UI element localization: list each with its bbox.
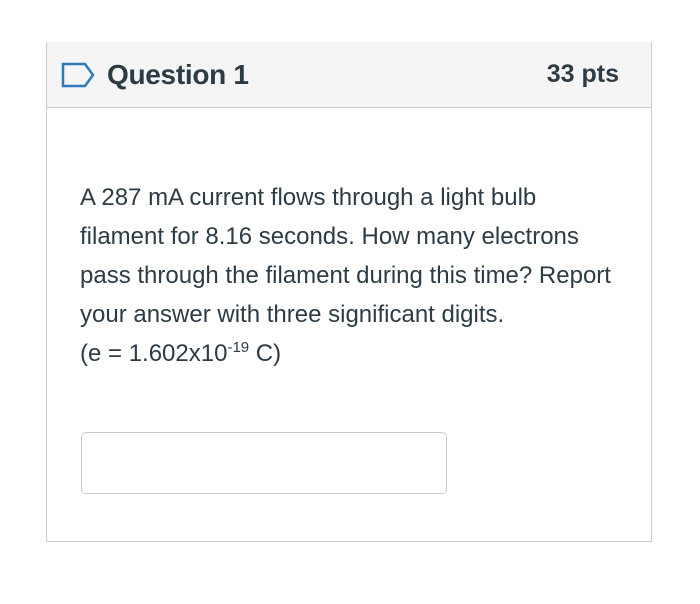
question-header: Question 1 33 pts [47, 42, 651, 108]
question-body: A 287 mA current flows through a light b… [47, 108, 651, 373]
constant-exponent: -19 [227, 339, 250, 356]
question-text: A 287 mA current flows through a light b… [80, 178, 625, 373]
question-text-main: A 287 mA current flows through a light b… [80, 184, 611, 328]
constant-prefix: (e = 1.602x10 [80, 340, 228, 367]
question-card: Question 1 33 pts A 287 mA current flows… [46, 42, 652, 542]
question-title: Question 1 [107, 58, 249, 90]
question-header-left: Question 1 [61, 59, 249, 91]
answer-input[interactable] [81, 432, 447, 494]
question-points: 33 pts [546, 60, 619, 88]
constant-suffix: C) [249, 340, 282, 367]
flag-question-icon[interactable] [61, 62, 95, 88]
